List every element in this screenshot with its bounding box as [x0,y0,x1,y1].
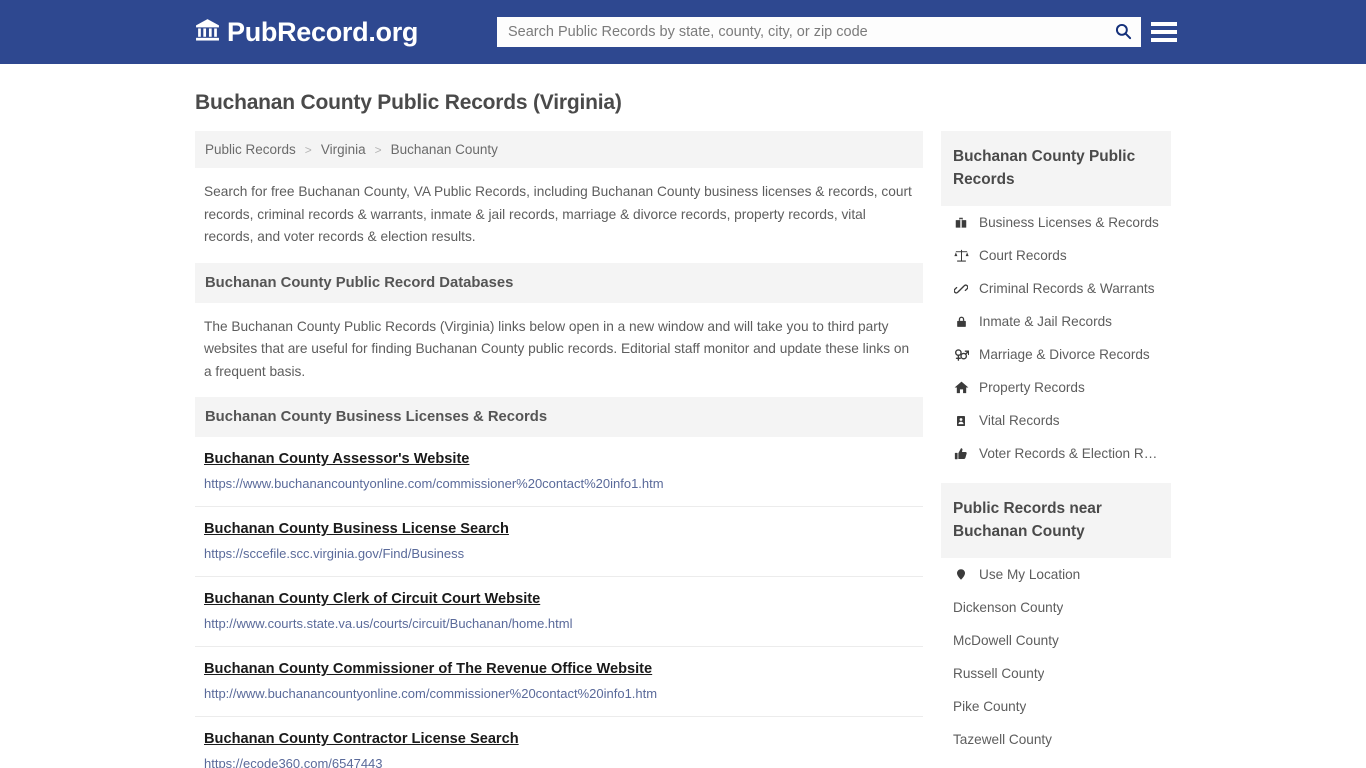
search-bar [497,17,1141,47]
sidebar-item-label: McDowell County [953,633,1059,648]
sidebar-item-label: Voter Records & Election R… [979,446,1158,461]
sidebar-nearby-list: Use My Location Dickenson County McDowel… [941,558,1171,756]
site-logo-text: PubRecord.org [227,16,419,47]
sidebar-item-tazewell-county[interactable]: Tazewell County [941,723,1171,756]
hamburger-menu-icon-bar [1151,22,1177,26]
main-content: Public Records > Virginia > Buchanan Cou… [195,131,923,768]
breadcrumb-item-buchanan-county[interactable]: Buchanan County [391,142,498,157]
map-pin-icon [953,567,969,582]
breadcrumb: Public Records > Virginia > Buchanan Cou… [195,131,923,168]
balance-scale-icon [953,248,969,263]
breadcrumb-separator: > [374,142,382,157]
list-item: Buchanan County Contractor License Searc… [195,717,923,768]
sidebar-item-label: Inmate & Jail Records [979,314,1112,329]
search-icon [1114,22,1132,43]
sidebar-item-inmate-jail-records[interactable]: Inmate & Jail Records [941,305,1171,338]
page-title: Buchanan County Public Records (Virginia… [195,91,622,114]
sidebar-item-mcdowell-county[interactable]: McDowell County [941,624,1171,657]
sidebar-item-court-records[interactable]: Court Records [941,239,1171,272]
search-input[interactable] [497,17,1105,47]
search-button[interactable] [1105,17,1141,47]
hamburger-menu-button[interactable] [1151,19,1177,45]
sidebar-item-label: Use My Location [979,567,1081,582]
content-columns: Public Records > Virginia > Buchanan Cou… [195,131,1171,768]
sidebar-records-list: Business Licenses & Records Court Record… [941,206,1171,470]
record-link-url[interactable]: https://sccefile.scc.virginia.gov/Find/B… [204,545,914,562]
record-link-title[interactable]: Buchanan County Contractor License Searc… [204,731,519,747]
sidebar-item-dickenson-county[interactable]: Dickenson County [941,591,1171,624]
page-container: Buchanan County Public Records (Virginia… [0,91,1366,768]
record-link-url[interactable]: http://www.buchanancountyonline.com/comm… [204,685,914,702]
list-item: Buchanan County Business License Search … [195,507,923,577]
sidebar-item-label: Russell County [953,666,1045,681]
breadcrumb-item-public-records[interactable]: Public Records [205,142,296,157]
site-logo[interactable]: PubRecord.org [195,17,418,48]
sidebar-item-use-my-location[interactable]: Use My Location [941,558,1171,591]
section-heading-databases: Buchanan County Public Record Databases [195,262,923,303]
sidebar-item-russell-county[interactable]: Russell County [941,657,1171,690]
list-item: Buchanan County Clerk of Circuit Court W… [195,577,923,647]
list-item: Buchanan County Assessor's Website https… [195,437,923,507]
sidebar-heading-nearby: Public Records near Buchanan County [941,483,1171,558]
breadcrumb-item-virginia[interactable]: Virginia [321,142,366,157]
sidebar-item-label: Property Records [979,380,1085,395]
record-link-title[interactable]: Buchanan County Commissioner of The Reve… [204,661,652,677]
databases-paragraph: The Buchanan County Public Records (Virg… [204,318,910,379]
sidebar-item-marriage-divorce-records[interactable]: Marriage & Divorce Records [941,338,1171,371]
id-card-icon [953,414,969,428]
record-link-title[interactable]: Buchanan County Assessor's Website [204,451,469,467]
sidebar-nearby-block: Public Records near Buchanan County Use … [941,483,1171,756]
thumbs-up-icon [953,447,969,461]
venus-mars-icon [953,347,969,362]
site-header: PubRecord.org [0,0,1366,64]
list-item: Buchanan County Commissioner of The Reve… [195,647,923,717]
bank-building-icon [195,17,220,47]
section-heading-business-licenses: Buchanan County Business Licenses & Reco… [195,397,923,437]
sidebar-item-label: Business Licenses & Records [979,215,1159,230]
sidebar-records-block: Buchanan County Public Records Business … [941,131,1171,470]
sidebar-item-label: Tazewell County [953,732,1052,747]
business-links-list: Buchanan County Assessor's Website https… [195,437,923,768]
breadcrumb-separator: > [304,142,312,157]
sidebar-item-criminal-records[interactable]: Criminal Records & Warrants [941,272,1171,305]
briefcase-icon [953,216,969,230]
sidebar-heading-records: Buchanan County Public Records [941,131,1171,206]
sidebar-item-label: Marriage & Divorce Records [979,347,1150,362]
sidebar-item-label: Dickenson County [953,600,1064,615]
intro-paragraph: Search for free Buchanan County, VA Publ… [204,184,912,244]
home-icon [953,380,969,395]
handcuffs-icon [953,282,969,296]
hamburger-menu-icon-bar [1151,30,1177,34]
record-link-url[interactable]: https://ecode360.com/6547443 [204,755,914,768]
sidebar-item-label: Pike County [953,699,1027,714]
record-link-title[interactable]: Buchanan County Clerk of Circuit Court W… [204,591,540,607]
sidebar-item-vital-records[interactable]: Vital Records [941,404,1171,437]
lock-icon [953,315,969,329]
record-link-url[interactable]: http://www.courts.state.va.us/courts/cir… [204,615,914,632]
sidebar-item-label: Criminal Records & Warrants [979,281,1155,296]
sidebar-item-business-licenses[interactable]: Business Licenses & Records [941,206,1171,239]
sidebar-item-label: Vital Records [979,413,1060,428]
sidebar-item-label: Court Records [979,248,1067,263]
sidebar-item-property-records[interactable]: Property Records [941,371,1171,404]
record-link-url[interactable]: https://www.buchanancountyonline.com/com… [204,475,914,492]
sidebar-item-pike-county[interactable]: Pike County [941,690,1171,723]
sidebar: Buchanan County Public Records Business … [941,131,1171,756]
hamburger-menu-icon-bar [1151,38,1177,42]
record-link-title[interactable]: Buchanan County Business License Search [204,521,509,537]
sidebar-item-voter-records[interactable]: Voter Records & Election R… [941,437,1171,470]
